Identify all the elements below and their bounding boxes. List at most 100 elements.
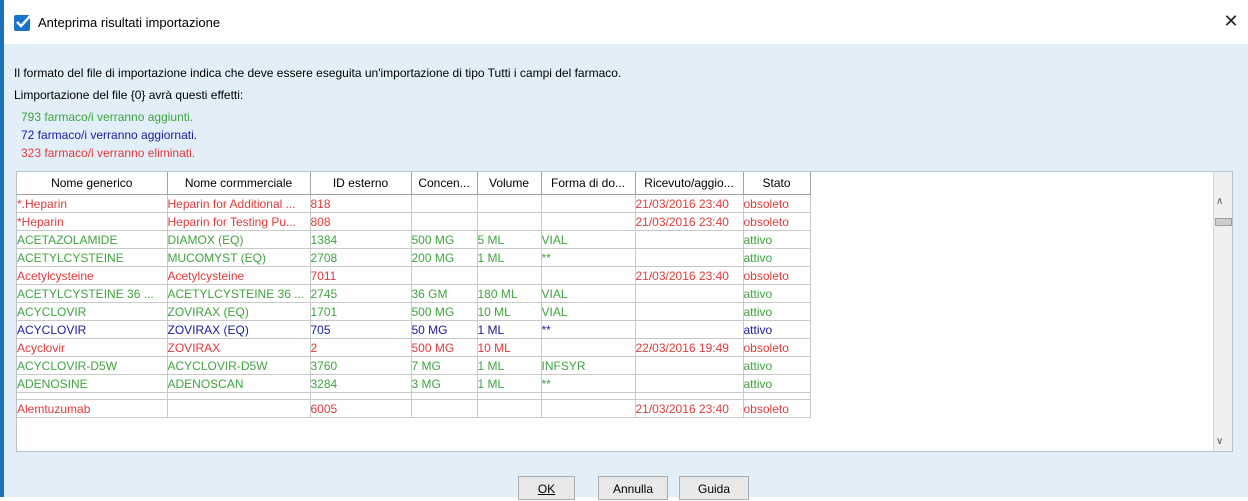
- table-cell: **: [541, 248, 636, 267]
- table-cell: 1 ML: [477, 374, 542, 393]
- table-row[interactable]: Acetylcysteine Acetylcysteine 7011 21/03/20…: [17, 266, 811, 285]
- table-cell: [411, 194, 478, 213]
- table-cell: 22/03/2016 19:49: [635, 338, 744, 357]
- vertical-scrollbar[interactable]: ∧ ∨: [1213, 172, 1232, 451]
- table-cell: ACETYLCYSTEINE: [17, 248, 168, 267]
- table-row[interactable]: ACETAZOLAMIDE DIAMOX (EQ) 1384 500 MG 5 ML VI…: [17, 230, 811, 249]
- table-cell: MUCOMYST (EQ): [167, 248, 311, 267]
- table-cell: Acetylcysteine: [167, 266, 311, 285]
- table-cell: obsoleto: [743, 399, 811, 418]
- column-header[interactable]: Nome generico: [17, 172, 168, 195]
- checkbox-checked-icon: [14, 14, 32, 31]
- added-summary: 793 farmaco/i verranno aggiunti.: [21, 110, 194, 124]
- table-cell: ZOVIRAX (EQ): [167, 302, 311, 321]
- table-row[interactable]: ACYCLOVIR ZOVIRAX (EQ) 705 50 MG 1 ML ** attiv…: [17, 320, 811, 339]
- table-cell: obsoleto: [743, 338, 811, 357]
- table-cell: 808: [310, 212, 412, 231]
- cancel-button[interactable]: Annulla: [598, 476, 668, 500]
- table-cell: 1 ML: [477, 320, 542, 339]
- table-row[interactable]: [17, 392, 811, 400]
- table-row[interactable]: ACYCLOVIR ZOVIRAX (EQ) 1701 500 MG 10 ML VIAL…: [17, 302, 811, 321]
- table-cell: Heparin for Testing Pu...: [167, 212, 311, 231]
- table-cell: [541, 392, 636, 400]
- table-cell: [541, 338, 636, 357]
- table-cell: 36 GM: [411, 284, 478, 303]
- results-table[interactable]: Nome generico Nome cormmerciale ID esterno…: [16, 171, 1233, 452]
- table-cell: [411, 266, 478, 285]
- table-cell: 818: [310, 194, 412, 213]
- table-row[interactable]: ACETYLCYSTEINE 36 ... ACETYLCYSTEINE 36 .…: [17, 284, 811, 303]
- column-header[interactable]: Volume: [477, 172, 542, 195]
- table-cell: [541, 266, 636, 285]
- table-cell: **: [541, 374, 636, 393]
- table-cell: 10 ML: [477, 338, 542, 357]
- table-cell: ADENOSINE: [17, 374, 168, 393]
- table-cell: [635, 302, 744, 321]
- table-cell: 7011: [310, 266, 412, 285]
- table-cell: [411, 392, 478, 400]
- table-cell: ACETYLCYSTEINE 36 ...: [17, 284, 168, 303]
- table-cell: attivo: [743, 302, 811, 321]
- scrollbar-thumb[interactable]: [1215, 218, 1232, 226]
- table-cell: [477, 266, 542, 285]
- column-header[interactable]: Forma di do...: [541, 172, 636, 195]
- table-cell: [635, 284, 744, 303]
- chevron-down-icon[interactable]: ∨: [1216, 436, 1223, 447]
- table-cell: 500 MG: [411, 230, 478, 249]
- table-cell: [541, 399, 636, 418]
- table-row[interactable]: *Heparin Heparin for Testing Pu... 808 21/0…: [17, 212, 811, 231]
- chevron-up-icon[interactable]: ∧: [1216, 196, 1223, 207]
- table-cell: 1701: [310, 302, 412, 321]
- help-button[interactable]: Guida: [679, 476, 749, 500]
- table-cell: attivo: [743, 374, 811, 393]
- table-cell: DIAMOX (EQ): [167, 230, 311, 249]
- table-cell: [635, 392, 744, 400]
- table-cell: attivo: [743, 248, 811, 267]
- table-cell: 180 ML: [477, 284, 542, 303]
- column-header[interactable]: Nome cormmerciale: [167, 172, 311, 195]
- table-cell: attivo: [743, 356, 811, 375]
- table-cell: ZOVIRAX: [167, 338, 311, 357]
- close-icon[interactable]: ✕: [1220, 10, 1242, 32]
- help-button-label: Guida: [697, 482, 731, 496]
- table-cell: 21/03/2016 23:40: [635, 399, 744, 418]
- table-cell: 5 ML: [477, 230, 542, 249]
- column-header[interactable]: Stato: [743, 172, 811, 195]
- table-cell: 3284: [310, 374, 412, 393]
- table-cell: [635, 320, 744, 339]
- ok-button[interactable]: OK: [518, 476, 575, 500]
- table-cell: VIAL: [541, 284, 636, 303]
- table-cell: 1 ML: [477, 356, 542, 375]
- column-header[interactable]: Ricevuto/aggio...: [635, 172, 744, 195]
- table-row[interactable]: ACYCLOVIR-D5W ACYCLOVIR-D5W 3760 7 MG 1 ML IN…: [17, 356, 811, 375]
- table-cell: [411, 212, 478, 231]
- table-cell: 200 MG: [411, 248, 478, 267]
- table-row[interactable]: *.Heparin Heparin for Additional ... 818 21…: [17, 194, 811, 213]
- table-cell: Heparin for Additional ...: [167, 194, 311, 213]
- table-cell: 1 ML: [477, 248, 542, 267]
- updated-summary: 72 farmaco/i verranno aggiornati.: [21, 128, 198, 142]
- table-cell: ZOVIRAX (EQ): [167, 320, 311, 339]
- table-row[interactable]: ADENOSINE ADENOSCAN 3284 3 MG 1 ML ** attivo: [17, 374, 811, 393]
- window-title: Anteprima risultati importazione: [38, 15, 221, 30]
- column-header[interactable]: ID esterno: [310, 172, 412, 195]
- table-cell: ACETAZOLAMIDE: [17, 230, 168, 249]
- ok-button-label: OK: [537, 482, 556, 496]
- table-cell: [743, 392, 811, 400]
- table-cell: obsoleto: [743, 266, 811, 285]
- table-cell: [411, 399, 478, 418]
- table-row[interactable]: ACETYLCYSTEINE MUCOMYST (EQ) 2708 200 MG 1 M…: [17, 248, 811, 267]
- table-cell: [477, 212, 542, 231]
- table-cell: 705: [310, 320, 412, 339]
- table-row[interactable]: Acyclovir ZOVIRAX 2 500 MG 10 ML 22/03/2016 1…: [17, 338, 811, 357]
- table-cell: ACYCLOVIR: [17, 320, 168, 339]
- table-cell: [477, 399, 542, 418]
- table-cell: ACYCLOVIR-D5W: [17, 356, 168, 375]
- table-cell: [310, 392, 412, 400]
- table-cell: 2: [310, 338, 412, 357]
- title-bar: Anteprima risultati importazione ✕: [4, 0, 1248, 44]
- column-header[interactable]: Concen...: [411, 172, 478, 195]
- table-cell: 500 MG: [411, 338, 478, 357]
- table-row[interactable]: Alemtuzumab 6005 21/03/2016 23:40 obsoleto: [17, 399, 811, 418]
- table-cell: [17, 392, 168, 400]
